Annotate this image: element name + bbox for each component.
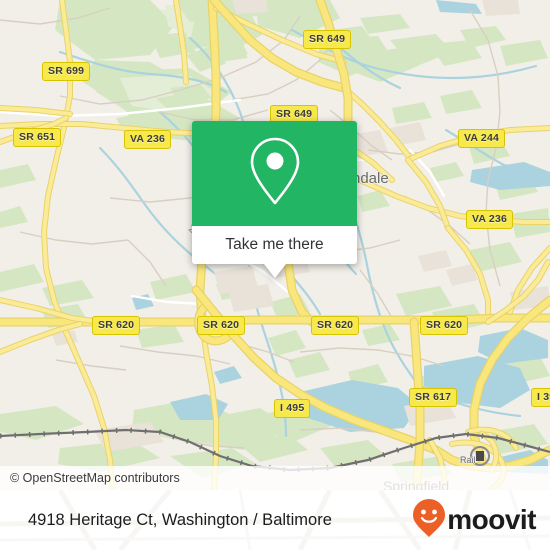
road-shield: VA 236 [124, 130, 172, 149]
osm-attribution[interactable]: © OpenStreetMap contributors [0, 466, 550, 490]
popup-pin-area [192, 121, 357, 226]
road-shield: SR 699 [42, 62, 91, 81]
footer-bar: 4918 Heritage Ct, Washington / Baltimore… [0, 490, 550, 550]
road-shield: I 495 [274, 399, 311, 418]
road-shield: VA 244 [458, 129, 506, 148]
place-label: Rail [460, 455, 476, 465]
map-pin-icon [248, 135, 302, 212]
road-shield: SR 617 [409, 388, 458, 407]
road-shield: VA 236 [466, 210, 514, 229]
moovit-smiley-pin-icon [412, 498, 446, 543]
road-shield: I 39 [531, 388, 550, 407]
moovit-wordmark: moovit [447, 504, 536, 535]
popup-pointer-arrow [263, 264, 286, 278]
place-label: ndale [352, 170, 389, 187]
road-shield: SR 620 [197, 316, 246, 335]
take-me-there-label: Take me there [225, 236, 324, 253]
location-popup-card[interactable]: Take me there [192, 121, 357, 278]
take-me-there-button[interactable]: Take me there [192, 226, 357, 264]
road-shield: SR 620 [92, 316, 141, 335]
road-shield: SR 620 [311, 316, 360, 335]
moovit-logo[interactable]: moovit [412, 498, 536, 543]
road-shield: SR 620 [420, 316, 469, 335]
map-screenshot: .g{fill:#d5e7c2} .gl{fill:#e4eed6} .w{fi… [0, 0, 550, 550]
road-shield: SR 649 [303, 30, 352, 49]
address-label: 4918 Heritage Ct, Washington / Baltimore [28, 510, 332, 529]
road-shield: SR 651 [13, 128, 62, 147]
